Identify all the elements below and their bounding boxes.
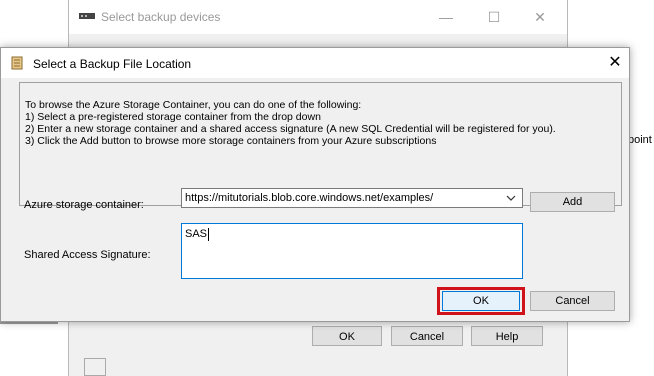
background-cancel-button[interactable]: Cancel (391, 326, 463, 346)
text-caret (208, 228, 209, 241)
instruction-line: To browse the Azure Storage Container, y… (25, 99, 362, 111)
select-backup-file-location-dialog: Select a Backup File Location ✕ To brows… (0, 47, 630, 322)
dialog-titlebar: Select a Backup File Location ✕ (1, 48, 629, 78)
chevron-down-icon[interactable] (504, 192, 518, 204)
background-help-button[interactable]: Help (471, 326, 543, 346)
sas-text: SAS (185, 228, 208, 240)
shared-access-signature-input[interactable]: SAS (181, 223, 523, 279)
instruction-line: 2) Enter a new storage container and a s… (25, 123, 556, 135)
background-divider (0, 322, 58, 324)
sas-label: Shared Access Signature: (24, 249, 151, 261)
maximize-icon[interactable]: ☐ (485, 8, 503, 26)
background-titlebar: Select backup devices — ☐ ✕ (69, 0, 567, 34)
close-icon[interactable]: ✕ (531, 8, 549, 26)
minimize-icon[interactable]: — (437, 8, 455, 26)
instruction-line: 1) Select a pre-registered storage conta… (25, 111, 321, 123)
background-control-fragment (84, 358, 106, 376)
dialog-app-icon (11, 56, 23, 70)
close-icon[interactable]: ✕ (605, 53, 625, 73)
background-ok-button[interactable]: OK (312, 326, 382, 346)
background-text-fragment: point (628, 134, 652, 146)
cancel-button[interactable]: Cancel (530, 291, 615, 311)
container-label: Azure storage container: (24, 199, 144, 211)
add-button[interactable]: Add (530, 192, 615, 212)
dialog-title: Select a Backup File Location (33, 57, 192, 71)
storage-container-dropdown[interactable]: https://mitutorials.blob.core.windows.ne… (181, 188, 523, 208)
backup-device-icon (79, 13, 95, 19)
instruction-line: 3) Click the Add button to browse more s… (25, 135, 437, 147)
ok-button[interactable]: OK (442, 291, 520, 311)
storage-container-value: https://mitutorials.blob.core.windows.ne… (185, 192, 434, 204)
background-window-title: Select backup devices (101, 10, 221, 24)
